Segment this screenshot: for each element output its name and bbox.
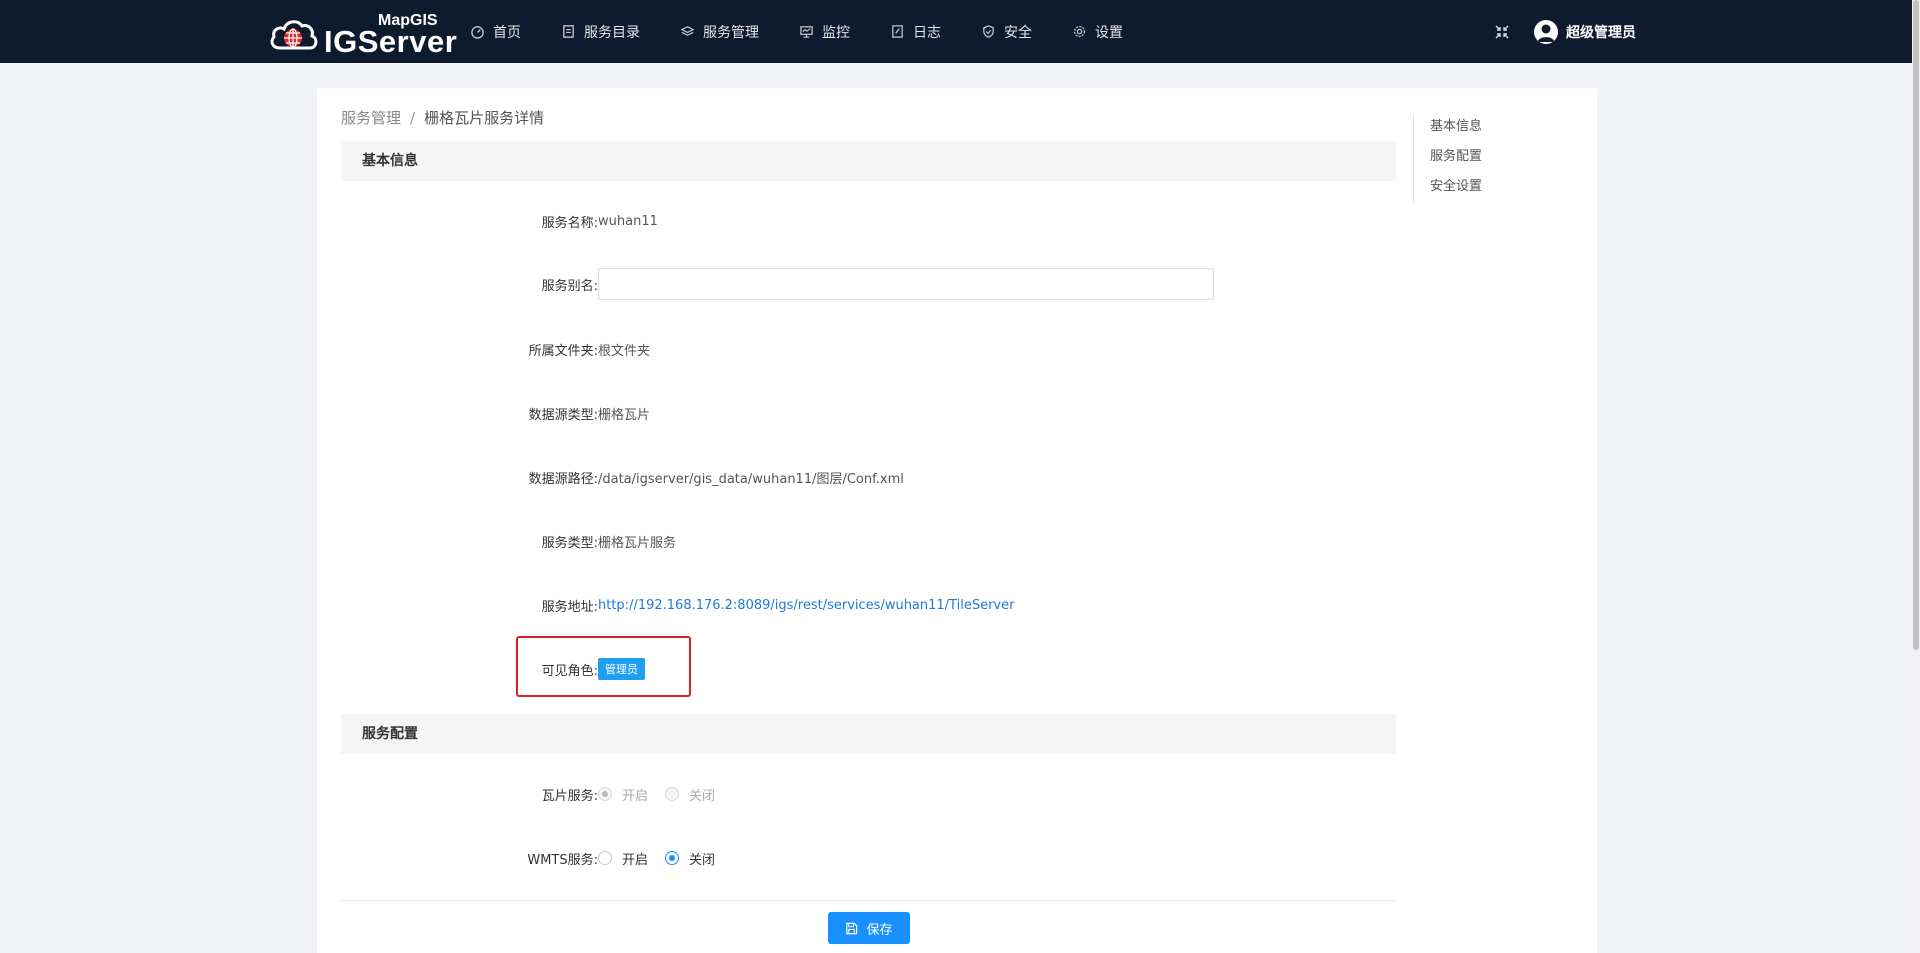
fullscreen-button[interactable] [1494,0,1510,63]
brand-logo[interactable]: MapGIS IGServer [268,10,457,59]
tile-service-on-radio[interactable]: 开启 [598,785,648,804]
nav-service-manage-label: 服务管理 [703,24,759,41]
document-icon [563,25,574,38]
row-service-name: 服务名称: wuhan11 [341,205,1396,237]
tile-service-off-label: 关闭 [689,788,716,804]
folder-value: 根文件夹 [598,343,651,359]
service-type-value: 栅格瓦片服务 [598,535,677,551]
user-name: 超级管理员 [1566,24,1636,41]
layers-icon [680,26,695,36]
nav-catalog[interactable]: 服务目录 [561,0,640,63]
save-button[interactable]: 保存 [828,912,910,944]
row-wmts-service: WMTS服务: 开启 关闭 [341,842,1396,874]
nav-catalog-label: 服务目录 [584,24,640,41]
brand-big-text: IGServer [324,24,458,59]
wmts-service-radio-group: 开启 关闭 [598,849,732,868]
highlight-box [516,636,691,697]
monitor-icon [800,26,813,38]
tile-service-on-label: 开启 [622,788,649,804]
user-menu[interactable]: 超级管理员 [1534,0,1636,63]
breadcrumb: 服务管理 / 栅格瓦片服务详情 [341,107,544,128]
scrollbar-thumb[interactable] [1913,0,1919,650]
main-nav: 首页 服务目录 服务管理 监控 日志 安全 设置 [470,0,1163,63]
edit-note-icon [892,25,903,38]
row-folder: 所属文件夹: 根文件夹 [341,333,1396,365]
nav-service-manage[interactable]: 服务管理 [680,0,759,63]
wmts-service-off-label: 关闭 [689,852,716,868]
row-service-url: 服务地址: http://192.168.176.2:8089/igs/rest… [341,589,1396,621]
tile-service-radio-group: 开启 关闭 [598,785,732,804]
anchor-service-config[interactable]: 服务配置 [1430,144,1482,174]
service-alias-label: 服务别名: [541,278,598,294]
tile-service-off-radio[interactable]: 关闭 [665,785,715,804]
dashboard-icon [471,26,484,39]
section-basic-info: 基本信息 [341,141,1396,181]
anchor-nav: 基本信息 服务配置 安全设置 [1413,114,1482,204]
radio-circle [598,851,612,865]
nav-log-label: 日志 [913,24,941,41]
nav-home-label: 首页 [493,24,521,41]
shield-icon [983,25,994,38]
cloud-globe-icon [270,20,318,50]
row-service-alias: 服务别名: [341,268,1396,300]
wmts-service-off-radio[interactable]: 关闭 [665,849,715,868]
gear-icon [1073,25,1086,38]
folder-label: 所属文件夹: [528,343,598,359]
source-path-value: /data/igserver/gis_data/wuhan11/图层/Conf.… [598,471,904,487]
save-icon [846,922,858,934]
nav-log[interactable]: 日志 [890,0,941,63]
section-service-config: 服务配置 [341,714,1396,754]
save-button-label: 保存 [866,922,893,938]
service-url-label: 服务地址: [541,599,598,615]
service-url-link[interactable]: http://192.168.176.2:8089/igs/rest/servi… [598,598,1014,613]
wmts-service-on-label: 开启 [622,852,649,868]
service-type-label: 服务类型: [541,535,598,551]
radio-circle [665,851,680,865]
nav-settings[interactable]: 设置 [1072,0,1123,63]
radio-circle [665,787,680,801]
row-visible-roles: 可见角色: 管理员 [341,653,1396,685]
wmts-service-on-radio[interactable]: 开启 [598,849,648,868]
service-alias-input[interactable] [598,268,1214,300]
row-tile-service: 瓦片服务: 开启 关闭 [341,778,1396,810]
top-header: MapGIS IGServer 首页 服务目录 服务管理 监控 日志 安全 设置… [0,0,1920,63]
page-scrollbar[interactable] [1912,0,1920,953]
anchor-security-settings[interactable]: 安全设置 [1430,174,1482,204]
service-name-label: 服务名称: [541,215,598,231]
nav-monitor-label: 监控 [822,24,850,41]
nav-home[interactable]: 首页 [470,0,521,63]
user-icon [1537,24,1555,42]
avatar [1534,19,1558,44]
tile-service-label: 瓦片服务: [541,788,598,804]
row-service-type: 服务类型: 栅格瓦片服务 [341,525,1396,557]
fullscreen-exit-icon [1495,25,1509,38]
breadcrumb-separator: / [410,109,416,127]
source-type-label: 数据源类型: [528,407,598,423]
source-path-label: 数据源路径: [528,471,598,487]
anchor-basic-info[interactable]: 基本信息 [1430,114,1482,144]
nav-monitor[interactable]: 监控 [799,0,850,63]
radio-circle [598,787,612,801]
form-divider [341,900,1396,901]
nav-settings-label: 设置 [1095,24,1123,41]
breadcrumb-current: 栅格瓦片服务详情 [424,109,545,127]
nav-security[interactable]: 安全 [981,0,1032,63]
service-name-value: wuhan11 [598,213,658,229]
row-source-type: 数据源类型: 栅格瓦片 [341,397,1396,429]
breadcrumb-parent[interactable]: 服务管理 [341,109,401,127]
source-type-value: 栅格瓦片 [598,407,651,423]
nav-security-label: 安全 [1004,24,1032,41]
wmts-service-label: WMTS服务: [527,852,598,868]
row-source-path: 数据源路径: /data/igserver/gis_data/wuhan11/图… [341,461,1396,493]
